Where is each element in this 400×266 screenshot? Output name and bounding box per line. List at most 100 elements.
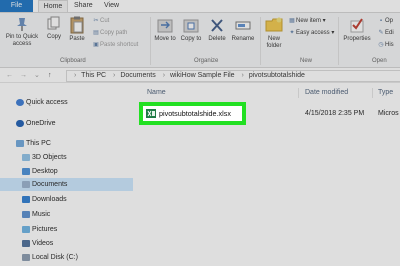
tab-file[interactable]: File <box>0 0 33 12</box>
easy-access-label: Easy access <box>296 30 330 36</box>
address-bar-row: ← → ⌄ ↑ › This PC › Documents › wikiHow … <box>0 69 400 83</box>
nav-label-videos: Videos <box>32 240 54 247</box>
nav-item-pictures[interactable]: Pictures <box>0 223 133 236</box>
address-box[interactable]: › This PC › Documents › wikiHow Sample F… <box>66 70 400 82</box>
file-type: Micros <box>378 110 399 117</box>
new-item-label: New item <box>296 18 322 24</box>
nav-item-3d-objects[interactable]: 3D Objects <box>0 151 133 164</box>
paste-shortcut-label: Paste shortcut <box>100 42 139 48</box>
nav-item-desktop[interactable]: Desktop <box>0 165 133 178</box>
copy-button[interactable]: Copy <box>44 16 64 41</box>
copy-path-button[interactable]: ▤Copy path <box>92 29 127 37</box>
copy-to-icon <box>183 19 199 33</box>
cloud-icon <box>16 120 24 127</box>
file-name-cell[interactable]: pivotsubtotalshide.xlsx <box>143 106 242 121</box>
history-label: His <box>385 42 394 48</box>
column-header-name[interactable]: Name <box>147 89 166 96</box>
pc-chevron-icon: › <box>74 72 77 79</box>
history-button[interactable]: ◷His <box>377 41 394 49</box>
nav-label-pictures: Pictures <box>32 226 58 233</box>
nav-label-desktop: Desktop <box>32 168 58 175</box>
nav-item-local-disk[interactable]: Local Disk (C:) <box>0 251 133 264</box>
pin-to-quick-access-button[interactable]: Pin to Quick access <box>2 16 42 48</box>
open-icon: ▪ <box>379 18 383 24</box>
ribbon: Pin to Quick access Copy Paste ✂Cut ▤Cop… <box>0 12 400 68</box>
rename-label: Rename <box>231 36 255 42</box>
paste-shortcut-icon: ▣ <box>93 42 99 48</box>
hard-drive-icon <box>22 254 30 261</box>
properties-check-icon <box>350 18 364 33</box>
ribbon-divider <box>338 17 339 65</box>
back-arrow-icon[interactable]: ← <box>6 69 13 83</box>
edit-label: Edi <box>385 30 394 36</box>
paste-label: Paste <box>69 36 85 42</box>
new-item-button[interactable]: ▦New item ▾ <box>288 17 326 25</box>
easy-access-icon: ✦ <box>289 30 295 36</box>
cut-button[interactable]: ✂Cut <box>92 17 109 25</box>
breadcrumb-wikihow-sample-file[interactable]: wikiHow Sample File <box>170 72 235 79</box>
pin-icon <box>17 18 27 31</box>
breadcrumb-current-folder[interactable]: pivotsubtotalshide <box>249 72 305 79</box>
edit-icon: ✎ <box>378 30 384 36</box>
new-folder-icon <box>265 17 283 32</box>
ribbon-divider <box>260 17 261 65</box>
nav-item-this-pc[interactable]: This PC <box>0 137 133 150</box>
breadcrumb-documents[interactable]: Documents <box>120 72 155 79</box>
tab-view[interactable]: View <box>104 0 119 12</box>
video-icon <box>22 240 30 247</box>
chevron-icon: › <box>113 72 116 79</box>
new-folder-button[interactable]: New folder <box>263 16 285 50</box>
copy-to-button[interactable]: Copy to <box>179 16 203 43</box>
column-divider[interactable] <box>372 88 373 98</box>
easy-access-button[interactable]: ✦Easy access ▾ <box>288 29 334 37</box>
paste-shortcut-button[interactable]: ▣Paste shortcut <box>92 41 138 49</box>
chevron-icon: › <box>162 72 166 79</box>
clipboard-group-label: Clipboard <box>60 58 86 64</box>
move-to-icon <box>157 19 173 33</box>
tab-share[interactable]: Share <box>74 0 93 12</box>
new-group-label: New <box>300 58 313 64</box>
open-group-label: Open <box>372 58 387 64</box>
picture-icon <box>22 226 30 233</box>
open-button[interactable]: ▪ Op <box>377 17 393 25</box>
rename-button[interactable]: Rename <box>230 16 256 43</box>
nav-item-documents[interactable]: Documents <box>0 178 133 191</box>
column-divider[interactable] <box>298 88 299 98</box>
column-header-type[interactable]: Type <box>378 89 393 96</box>
navigation-pane: Quick access OneDrive This PC 3D Objects… <box>0 84 133 266</box>
new-item-icon: ▦ <box>289 18 295 24</box>
forward-arrow-icon[interactable]: → <box>20 69 27 83</box>
cut-label: Cut <box>100 18 110 24</box>
breadcrumb-this-pc[interactable]: This PC <box>81 72 106 79</box>
copy-label: Copy <box>46 34 61 40</box>
scissors-icon: ✂ <box>93 18 99 24</box>
delete-label: Delete <box>208 36 226 42</box>
nav-label-local-disk: Local Disk (C:) <box>32 254 78 261</box>
tab-home[interactable]: Home <box>38 0 68 12</box>
up-arrow-icon[interactable]: ↑ <box>48 69 52 83</box>
download-arrow-icon <box>22 196 30 203</box>
copy-icon <box>47 16 60 30</box>
edit-button[interactable]: ✎Edi <box>377 29 394 37</box>
excel-file-icon <box>146 109 156 118</box>
delete-x-icon <box>211 19 223 32</box>
file-name: pivotsubtotalshide.xlsx <box>159 109 231 118</box>
recent-locations-chevron-icon[interactable]: ⌄ <box>34 69 40 83</box>
desktop-icon <box>22 168 30 175</box>
nav-item-videos[interactable]: Videos <box>0 237 133 250</box>
cube-icon <box>22 154 30 161</box>
column-header-date-modified[interactable]: Date modified <box>305 89 348 96</box>
delete-button[interactable]: Delete <box>205 16 229 43</box>
paste-button[interactable]: Paste <box>66 16 88 43</box>
rename-icon <box>235 21 251 30</box>
properties-button[interactable]: Properties <box>341 16 373 43</box>
copy-path-icon: ▤ <box>93 30 99 36</box>
nav-item-downloads[interactable]: Downloads <box>0 193 133 206</box>
move-to-button[interactable]: Move to <box>153 16 177 43</box>
computer-icon <box>16 140 24 147</box>
nav-item-onedrive[interactable]: OneDrive <box>0 117 133 130</box>
nav-item-music[interactable]: Music <box>0 208 133 221</box>
ribbon-tab-strip: File Home Share View <box>0 0 400 12</box>
music-note-icon <box>22 211 30 218</box>
nav-item-quick-access[interactable]: Quick access <box>0 96 133 109</box>
